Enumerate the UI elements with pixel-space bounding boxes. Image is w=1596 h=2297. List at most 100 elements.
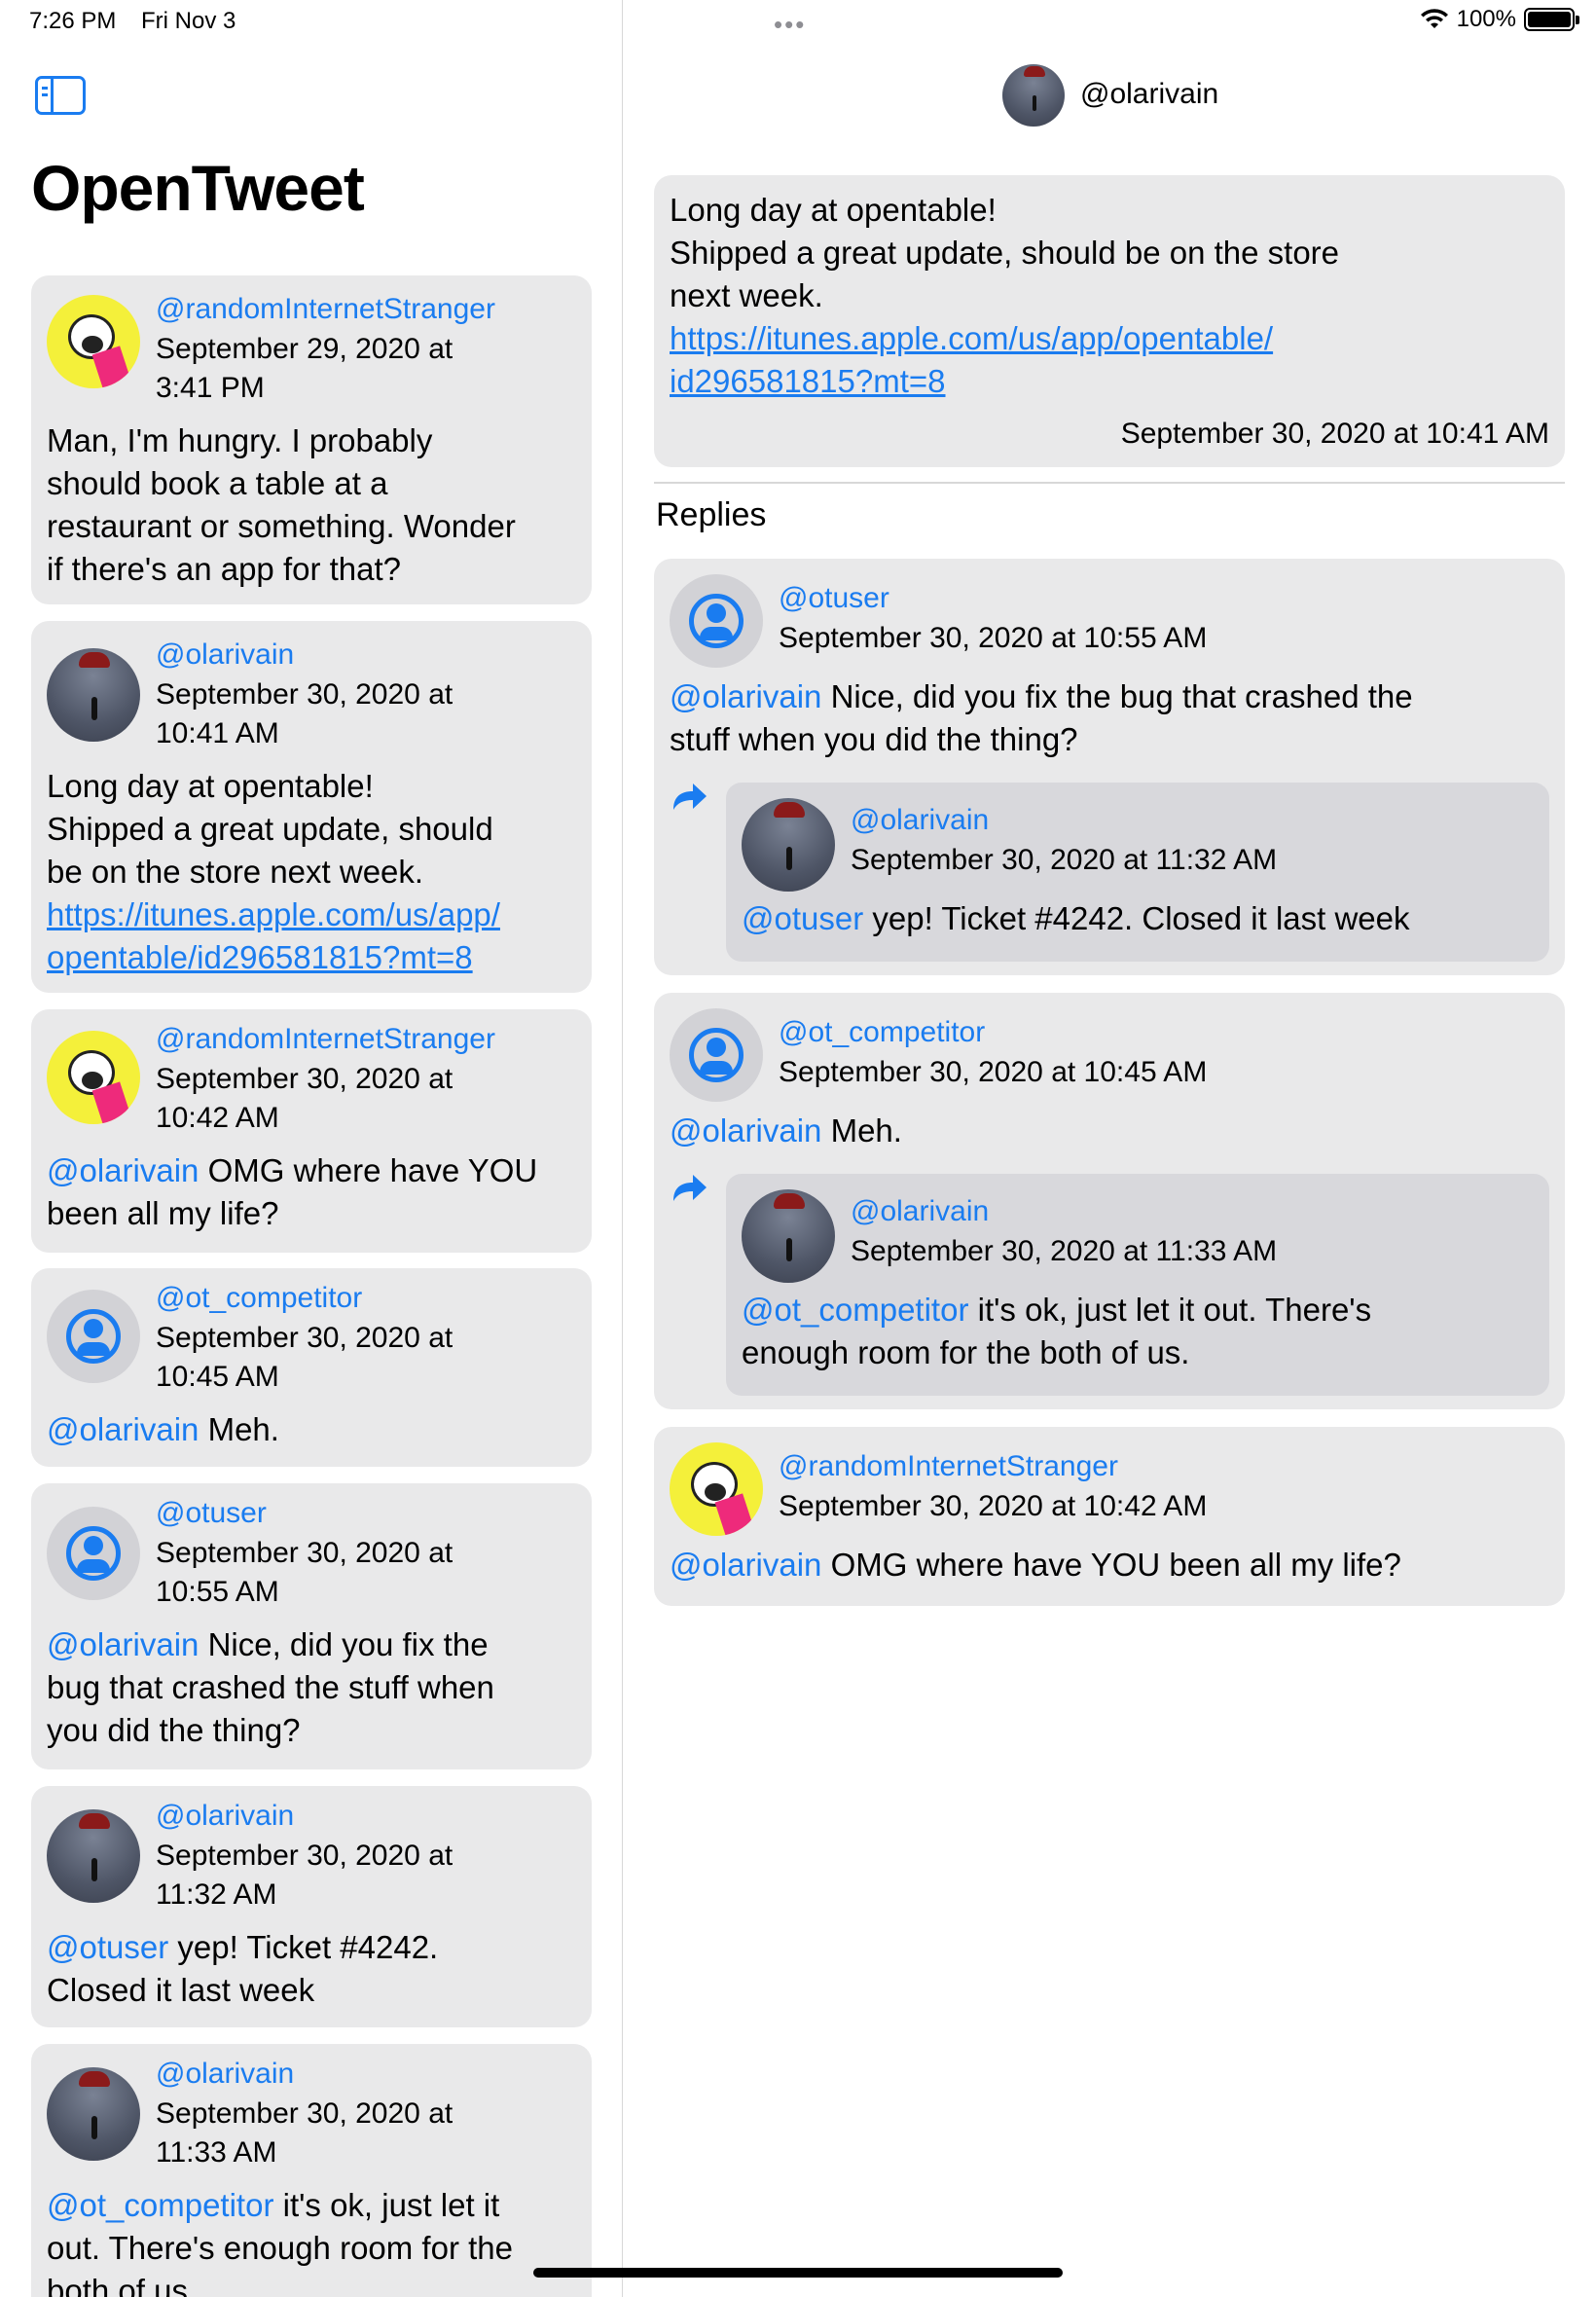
header-avatar <box>1002 64 1065 127</box>
nested-date: September 30, 2020 at 11:33 AM <box>851 1235 1278 1267</box>
tweet-handle[interactable]: @olarivain <box>156 2058 294 2091</box>
tweet-date: 10:41 AM <box>156 717 279 749</box>
tweet-date: September 30, 2020 at <box>156 678 453 711</box>
user-avatar <box>47 1290 140 1383</box>
tweet-date: 10:55 AM <box>156 1576 279 1608</box>
tweet-body: @olarivain OMG where have YOU been all m… <box>47 1152 538 1231</box>
reply-card[interactable]: @otuser September 30, 2020 at 10:55 AM @… <box>654 559 1565 975</box>
mention-link[interactable]: @olarivain <box>670 678 821 714</box>
user-avatar <box>670 1008 763 1102</box>
user-avatar <box>47 1507 140 1600</box>
status-right: 100% <box>1420 6 1579 33</box>
reply-body: @olarivain Nice, did you fix the bug tha… <box>670 678 1413 757</box>
mention-link[interactable]: @ot_competitor <box>47 2187 273 2223</box>
sidebar: OpenTweet @randomInternetStranger Septem… <box>0 0 623 2297</box>
tweet-link[interactable]: opentable/id296581815?mt=8 <box>47 936 500 979</box>
replies-title: Replies <box>656 496 767 533</box>
multitasking-dots[interactable]: ••• <box>774 10 806 40</box>
nested-reply-card[interactable]: @olarivain September 30, 2020 at 11:32 A… <box>726 783 1549 962</box>
tweet-date: 3:41 PM <box>156 372 265 404</box>
screen: 7:26 PM Fri Nov 3 ••• 100% OpenTweet @ra… <box>0 0 1596 2297</box>
nested-reply-card[interactable]: @olarivain September 30, 2020 at 11:33 A… <box>726 1174 1549 1396</box>
tweet-body: @olarivain Nice, did you fix the bug tha… <box>47 1626 494 1748</box>
wifi-icon <box>1420 9 1448 28</box>
tweet-card[interactable]: @olarivain September 30, 2020 at 10:41 A… <box>31 621 592 993</box>
tweet-date: September 30, 2020 at <box>156 1063 453 1095</box>
tweet-date: September 30, 2020 at <box>156 2097 453 2130</box>
photo-avatar <box>47 2067 140 2161</box>
main-tweet-body: Long day at opentable! Shipped a great up… <box>670 189 1339 403</box>
battery-icon <box>1524 8 1579 31</box>
mention-link[interactable]: @otuser <box>742 900 863 936</box>
reply-card[interactable]: @ot_competitor September 30, 2020 at 10:… <box>654 993 1565 1409</box>
photo-avatar <box>47 1809 140 1903</box>
tweet-body: @ot_competitor it's ok, just let it out.… <box>47 2187 513 2297</box>
reply-date: September 30, 2020 at 10:55 AM <box>779 622 1208 654</box>
tweet-body: @olarivain Meh. <box>47 1411 279 1447</box>
tweet-card[interactable]: @otuser September 30, 2020 at 10:55 AM @… <box>31 1483 592 1769</box>
tweet-card[interactable]: @ot_competitor September 30, 2020 at 10:… <box>31 1268 592 1467</box>
main-tweet-date: September 30, 2020 at 10:41 AM <box>1120 418 1549 450</box>
nested-body: @otuser yep! Ticket #4242. Closed it las… <box>742 900 1410 936</box>
tweet-card[interactable]: @olarivain September 30, 2020 at 11:32 A… <box>31 1786 592 2027</box>
tweet-date: September 29, 2020 at <box>156 333 453 365</box>
tweet-date: 11:32 AM <box>156 1878 277 1911</box>
photo-avatar <box>742 1189 835 1283</box>
tweet-link[interactable]: https://itunes.apple.com/us/app/ <box>47 893 500 936</box>
reply-date: September 30, 2020 at 10:42 AM <box>779 1490 1208 1522</box>
battery-percent: 100% <box>1456 6 1516 32</box>
mention-link[interactable]: @otuser <box>47 1929 168 1965</box>
tweet-date: 10:45 AM <box>156 1361 279 1393</box>
tweet-handle[interactable]: @randomInternetStranger <box>156 1023 495 1056</box>
tweet-body: Long day at opentable! Shipped a great up… <box>47 765 500 979</box>
nested-handle[interactable]: @olarivain <box>851 1195 989 1228</box>
user-avatar <box>670 574 763 668</box>
main-tweet-link[interactable]: id296581815?mt=8 <box>670 360 1339 403</box>
mention-link[interactable]: @olarivain <box>47 1411 199 1447</box>
reply-handle[interactable]: @randomInternetStranger <box>779 1450 1118 1483</box>
meme-avatar <box>47 295 140 388</box>
sidebar-toggle-icon[interactable] <box>35 76 86 115</box>
mention-link[interactable]: @ot_competitor <box>742 1292 968 1328</box>
nested-date: September 30, 2020 at 11:32 AM <box>851 844 1278 876</box>
photo-avatar <box>742 798 835 892</box>
reply-handle[interactable]: @ot_competitor <box>779 1016 985 1049</box>
tweet-body: Man, I'm hungry. I probably should book a… <box>47 422 516 587</box>
reply-handle[interactable]: @otuser <box>779 582 889 615</box>
nested-handle[interactable]: @olarivain <box>851 804 989 837</box>
home-indicator[interactable] <box>533 2268 1063 2278</box>
tweet-handle[interactable]: @olarivain <box>156 638 294 672</box>
main-tweet-link[interactable]: https://itunes.apple.com/us/app/opentabl… <box>670 317 1339 360</box>
main-tweet-card: Long day at opentable! Shipped a great up… <box>654 175 1565 467</box>
reply-card[interactable]: @randomInternetStranger September 30, 20… <box>654 1427 1565 1606</box>
tweet-handle[interactable]: @otuser <box>156 1497 267 1530</box>
mention-link[interactable]: @olarivain <box>670 1547 821 1583</box>
tweet-card[interactable]: @olarivain September 30, 2020 at 11:33 A… <box>31 2044 592 2297</box>
reply-date: September 30, 2020 at 10:45 AM <box>779 1056 1208 1088</box>
meme-avatar <box>670 1442 763 1536</box>
tweet-date: 11:33 AM <box>156 2136 277 2169</box>
meme-avatar <box>47 1031 140 1124</box>
mention-link[interactable]: @olarivain <box>47 1626 199 1662</box>
tweet-handle[interactable]: @randomInternetStranger <box>156 293 495 326</box>
tweet-handle[interactable]: @ot_competitor <box>156 1282 362 1315</box>
app-title: OpenTweet <box>31 152 365 224</box>
tweet-date: 10:42 AM <box>156 1102 279 1134</box>
mention-link[interactable]: @olarivain <box>47 1152 199 1188</box>
tweet-date: September 30, 2020 at <box>156 1322 453 1354</box>
tweet-date: September 30, 2020 at <box>156 1840 453 1872</box>
reply-body: @olarivain OMG where have YOU been all m… <box>670 1547 1401 1583</box>
tweet-body: @otuser yep! Ticket #4242. Closed it las… <box>47 1929 439 2008</box>
reply-body: @olarivain Meh. <box>670 1112 902 1148</box>
reply-arrow-icon <box>673 1175 707 1201</box>
tweet-handle[interactable]: @olarivain <box>156 1800 294 1833</box>
nested-body: @ot_competitor it's ok, just let it out.… <box>742 1292 1372 1370</box>
reply-arrow-icon <box>673 784 707 810</box>
tweet-card[interactable]: @randomInternetStranger September 29, 20… <box>31 275 592 604</box>
tweet-card[interactable]: @randomInternetStranger September 30, 20… <box>31 1009 592 1253</box>
mention-link[interactable]: @olarivain <box>670 1112 821 1148</box>
tweet-date: September 30, 2020 at <box>156 1537 453 1569</box>
divider <box>654 482 1565 484</box>
photo-avatar <box>47 648 140 742</box>
header-handle: @olarivain <box>1080 78 1219 110</box>
